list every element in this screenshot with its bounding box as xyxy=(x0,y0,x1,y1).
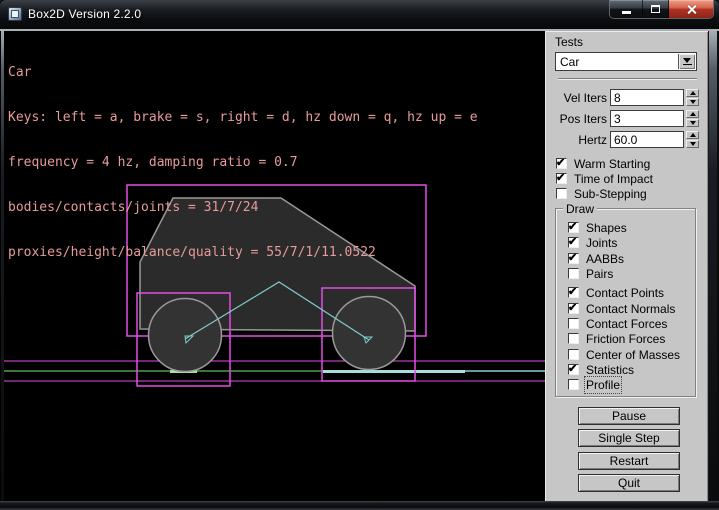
plank-segment xyxy=(323,370,465,373)
tests-dropdown-value: Car xyxy=(560,55,579,69)
checkbox-box[interactable] xyxy=(568,318,579,329)
checkbox-label: Contact Normals xyxy=(586,302,675,316)
window-border-bottom xyxy=(0,501,719,510)
titlebar[interactable]: Box2D Version 2.2.0 xyxy=(0,0,719,29)
tests-label: Tests xyxy=(555,35,583,49)
vel-iters-down-button[interactable] xyxy=(686,98,699,106)
arrow-down-icon xyxy=(690,100,696,104)
stat-line: bodies/contacts/joints = 31/7/24 xyxy=(8,200,478,215)
restart-button[interactable]: Restart xyxy=(578,452,680,470)
car-wheel-right[interactable] xyxy=(333,297,406,370)
pause-button[interactable]: Pause xyxy=(578,407,680,425)
checkbox-box[interactable] xyxy=(568,253,579,264)
hertz-down-button[interactable] xyxy=(686,140,699,148)
checkbox-label: Pairs xyxy=(586,267,613,281)
checkbox-label: AABBs xyxy=(586,252,624,266)
checkbox-label: Statistics xyxy=(586,363,634,377)
hertz-spinner xyxy=(686,131,699,148)
pos-iters-field[interactable] xyxy=(610,110,684,127)
draw-group-label: Draw xyxy=(563,202,597,216)
close-button[interactable] xyxy=(669,0,713,18)
chevron-down-icon xyxy=(683,58,691,63)
arrow-up-icon xyxy=(690,133,696,137)
maximize-button[interactable] xyxy=(643,0,669,18)
panel-separator xyxy=(558,78,697,80)
pos-iters-spinner xyxy=(686,110,699,127)
checkbox-box[interactable] xyxy=(568,364,579,375)
car-wheel-left[interactable] xyxy=(149,299,222,372)
caption-buttons xyxy=(609,0,714,19)
checkbox-box[interactable] xyxy=(568,333,579,344)
checkbox-label: Profile xyxy=(586,378,620,392)
vel-iters-label: Vel Iters xyxy=(545,91,607,105)
vel-iters-spinner xyxy=(686,89,699,106)
checkbox-label: Sub-Stepping xyxy=(574,187,647,201)
arrow-down-icon xyxy=(690,142,696,146)
close-icon xyxy=(686,4,697,15)
checkbox-label: Contact Forces xyxy=(586,317,667,331)
hertz-up-button[interactable] xyxy=(686,131,699,139)
debug-statistics: Car Keys: left = a, brake = s, right = d… xyxy=(8,35,478,290)
pos-iters-label: Pos Iters xyxy=(545,112,607,126)
hertz-row: Hertz xyxy=(545,131,708,148)
window-border-right xyxy=(708,31,719,501)
checkbox-box[interactable] xyxy=(568,379,579,390)
checkbox-box[interactable] xyxy=(568,349,579,360)
tests-dropdown-button[interactable] xyxy=(678,54,695,69)
checkbox-label: Joints xyxy=(586,236,617,250)
app-window: Box2D Version 2.2.0 xyxy=(0,0,719,510)
minimize-icon xyxy=(622,11,631,14)
maximize-icon xyxy=(651,5,660,13)
checkbox-label: Center of Masses xyxy=(586,348,680,362)
pos-iters-up-button[interactable] xyxy=(686,110,699,118)
checkbox-label: Contact Points xyxy=(586,286,664,300)
checkbox-label: Time of Impact xyxy=(574,172,653,186)
checkbox-box[interactable] xyxy=(556,158,567,169)
checkbox-box[interactable] xyxy=(568,287,579,298)
checkbox-box[interactable] xyxy=(568,303,579,314)
checkbox-box[interactable] xyxy=(568,268,579,279)
window-title: Box2D Version 2.2.0 xyxy=(28,7,141,21)
stat-line: frequency = 4 hz, damping ratio = 0.7 xyxy=(8,155,478,170)
checkbox-label: Friction Forces xyxy=(586,332,665,346)
vel-iters-field[interactable] xyxy=(610,89,684,106)
checkbox-box[interactable] xyxy=(568,237,579,248)
draw-groupbox: Shapes Joints AABBs Pairs Contact Points… xyxy=(555,208,696,397)
checkbox-label: Warm Starting xyxy=(574,157,650,171)
vel-iters-row: Vel Iters xyxy=(545,89,708,106)
quit-button[interactable]: Quit xyxy=(578,474,680,492)
tests-dropdown[interactable]: Car xyxy=(555,52,697,71)
pos-iters-row: Pos Iters xyxy=(545,110,708,127)
minimize-button[interactable] xyxy=(610,0,643,18)
pos-iters-down-button[interactable] xyxy=(686,119,699,127)
stat-line: Keys: left = a, brake = s, right = d, hz… xyxy=(8,110,478,125)
arrow-up-icon xyxy=(690,91,696,95)
hertz-label: Hertz xyxy=(545,133,607,147)
app-icon xyxy=(8,7,22,21)
hertz-field[interactable] xyxy=(610,131,684,148)
vel-iters-up-button[interactable] xyxy=(686,89,699,97)
arrow-up-icon xyxy=(690,112,696,116)
control-panel: Tests Car Vel Iters Pos Iters xyxy=(545,31,708,501)
checkbox-label: Shapes xyxy=(586,221,627,235)
stat-line: proxies/height/balance/quality = 55/7/1/… xyxy=(8,245,478,260)
stat-line: Car xyxy=(8,65,478,80)
checkbox-box[interactable] xyxy=(556,188,567,199)
chevron-underline xyxy=(683,64,692,65)
arrow-down-icon xyxy=(690,121,696,125)
checkbox-box[interactable] xyxy=(568,222,579,233)
checkbox-box[interactable] xyxy=(556,173,567,184)
physics-canvas[interactable]: Car Keys: left = a, brake = s, right = d… xyxy=(4,31,545,501)
single-step-button[interactable]: Single Step xyxy=(578,429,680,447)
